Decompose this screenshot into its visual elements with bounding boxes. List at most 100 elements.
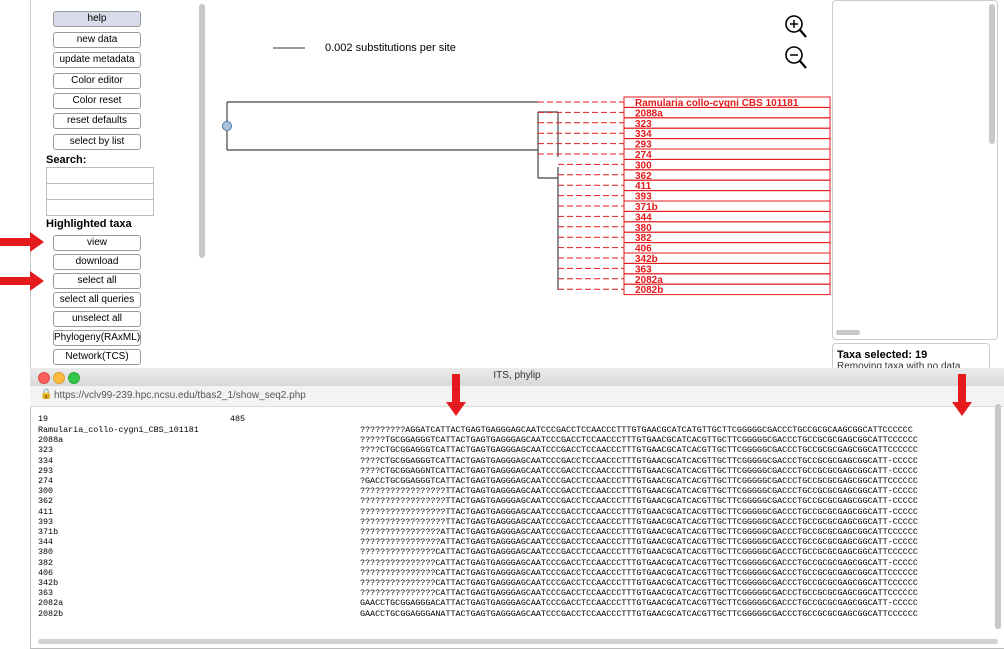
url-bar[interactable]: 🔒 https://vclv99-239.hpc.ncsu.edu/tbas2_…: [30, 386, 1004, 407]
select-all-queries-button[interactable]: select all queries: [53, 292, 141, 308]
taxa-labels: Ramularia collo-cygni CBS 1011812088a323…: [623, 96, 831, 296]
window-titlebar[interactable]: ITS, phylip: [30, 368, 1004, 387]
arrow-down-icon: [446, 402, 466, 416]
sequence-name: 406: [38, 567, 54, 578]
arrow-down-icon: [952, 402, 972, 416]
sequence-row: 344 ????????????????ATTACTGAGTGAGGGAGCAAT…: [38, 537, 998, 547]
taxon-box: [623, 158, 831, 171]
sequence-name: 362: [38, 496, 54, 507]
taxon-box: [623, 148, 831, 160]
taxon-box: [623, 221, 831, 233]
sequence-name: 342b: [38, 578, 59, 588]
sequence-name: Ramularia_collo-cygni_CBS_101181: [38, 425, 199, 435]
sequence-value: GAACCTGCGGAGGGANATTACTGAGTGAGGGAGCAATCCC…: [360, 608, 918, 619]
url-text: https://vclv99-239.hpc.ncsu.edu/tbas2_1/…: [54, 390, 306, 401]
help-button[interactable]: help: [53, 11, 141, 27]
sequence-value: ????CTGCGGAGGGTCATTACTGAGTGAGGGAGCAATCCC…: [360, 455, 918, 466]
sequence-value: ???????????????CATTACTGAGTGAGGGAGCAATCCC…: [360, 578, 918, 588]
sequence-row: 2082a GAACCTGCGGAGGGACATTACTGAGTGAGGGAGCA…: [38, 598, 998, 608]
search-input-2[interactable]: [46, 183, 154, 200]
sequence-value: ???????????????CATTACTGAGTGAGGGAGCAATCCC…: [360, 547, 918, 558]
sequence-name: 411: [38, 506, 54, 517]
root-node[interactable]: [222, 121, 232, 131]
sequence-row: 323 ????CTGCGGAGGGTCATTACTGAGTGAGGGAGCAAT…: [38, 445, 998, 455]
zoom-in-icon[interactable]: [785, 15, 807, 38]
new-data-button[interactable]: new data: [53, 32, 141, 48]
window-title: ITS, phylip: [493, 370, 541, 381]
right-scrollbar[interactable]: [989, 4, 995, 144]
taxon-box: [623, 169, 831, 181]
select-by-list-button[interactable]: select by list: [53, 134, 141, 150]
lock-icon: 🔒: [40, 389, 53, 400]
sequence-row: 342b ???????????????CATTACTGAGTGAGGGAGCAA…: [38, 578, 998, 588]
view-button[interactable]: view: [53, 235, 141, 251]
sequence-row: 300 ?????????????????TTACTGAGTGAGGGAGCAAT…: [38, 486, 998, 496]
sequence-name: 300: [38, 486, 54, 497]
sequence-name: 334: [38, 455, 54, 466]
popup-hscrollbar[interactable]: [38, 639, 998, 644]
sequence-value: ?????TGCGGAGGGTCATTACTGAGTGAGGGAGCAATCCC…: [360, 435, 918, 446]
sequence-row: 2088a ?????TGCGGAGGGTCATTACTGAGTGAGGGAGCA…: [38, 435, 998, 445]
sequence-value: ???????????????CATTACTGAGTGAGGGAGCAATCCC…: [360, 557, 918, 568]
network-button[interactable]: Network(TCS): [53, 349, 141, 365]
sequence-row: 363 ???????????????CATTACTGAGTGAGGGAGCAAT…: [38, 588, 998, 598]
phylip-length: 485: [230, 414, 246, 424]
taxa-branches: [538, 101, 624, 290]
phylogeny-button[interactable]: Phylogeny(RAxML): [53, 330, 141, 346]
search-input-3[interactable]: [46, 199, 154, 216]
sequence-row: 380 ???????????????CATTACTGAGTGAGGGAGCAAT…: [38, 547, 998, 557]
left-scrollbar[interactable]: [199, 4, 205, 258]
taxon-box: [623, 138, 831, 150]
zoom-out-icon[interactable]: [785, 46, 807, 69]
taxon-box: [623, 231, 831, 244]
sequence-value: ?????????AGGATCATTACTGAGTGAGGGAGCAATCCCG…: [360, 425, 913, 435]
sequence-name: 293: [38, 465, 54, 476]
sequence-value: ?????????????????TTACTGAGTGAGGGAGCAATCCC…: [360, 486, 918, 497]
sequence-row: Ramularia_collo-cygni_CBS_101181????????…: [38, 425, 998, 435]
sequence-value: ?????????????????TTACTGAGTGAGGGAGCAATCCC…: [360, 506, 918, 517]
sequence-value: ???????????????CATTACTGAGTGAGGGAGCAATCCC…: [360, 588, 918, 599]
sequence-name: 274: [38, 476, 54, 486]
color-reset-button[interactable]: Color reset: [53, 93, 141, 109]
sequence-value: ?????????????????TTACTGAGTGAGGGAGCAATCCC…: [360, 516, 918, 527]
right-hscrollbar[interactable]: [836, 330, 860, 335]
sequence-value: ?GACCTGCGGAGGGTCATTACTGAGTGAGGGAGCAATCCC…: [360, 476, 918, 486]
sequence-value: ????????????????ATTACTGAGTGAGGGAGCAATCCC…: [360, 527, 918, 537]
sequence-value: ????????????????ATTACTGAGTGAGGGAGCAATCCC…: [360, 537, 918, 548]
taxon-box: [623, 179, 831, 192]
sequence-value: ???????????????CATTACTGAGTGAGGGAGCAATCCC…: [360, 567, 918, 578]
arrow-down-icon: [958, 374, 966, 404]
taxon-box: [623, 127, 831, 140]
sequence-name: 2082b: [38, 608, 64, 619]
highlighted-taxa-label: Highlighted taxa: [46, 218, 132, 230]
sequence-name: 393: [38, 516, 54, 527]
popup-scrollbar[interactable]: [995, 404, 1001, 629]
taxon-label[interactable]: 2082b: [635, 285, 663, 296]
download-button[interactable]: download: [53, 254, 141, 270]
sequence-value: GAACCTGCGGAGGGACATTACTGAGTGAGGGAGCAATCCC…: [360, 598, 918, 609]
sequence-row: 406 ???????????????CATTACTGAGTGAGGGAGCAAT…: [38, 568, 998, 578]
sequence-value: ?????????????????TTACTGAGTGAGGGAGCAATCCC…: [360, 496, 918, 507]
color-editor-button[interactable]: Color editor: [53, 73, 141, 89]
sequence-row: 371b ????????????????ATTACTGAGTGAGGGAGCAA…: [38, 527, 998, 537]
unselect-all-button[interactable]: unselect all: [53, 311, 141, 327]
sequence-row: 382 ???????????????CATTACTGAGTGAGGGAGCAAT…: [38, 558, 998, 568]
sequence-name: 344: [38, 537, 54, 548]
select-all-button[interactable]: select all: [53, 273, 141, 289]
search-label: Search:: [46, 154, 87, 166]
search-input-1[interactable]: [46, 167, 154, 184]
sequence-row: 2082b GAACCTGCGGAGGGANATTACTGAGTGAGGGAGCA…: [38, 609, 998, 619]
sequence-name: 371b: [38, 527, 59, 537]
taxon-box: [623, 190, 831, 202]
tree-branches: [226, 101, 559, 290]
sequence-name: 2088a: [38, 435, 64, 446]
sequence-name: 382: [38, 557, 54, 568]
taxa-selected-label: Taxa selected: 19: [837, 349, 928, 361]
sequence-name: 363: [38, 588, 54, 599]
sequence-name: 323: [38, 445, 54, 456]
update-metadata-button[interactable]: update metadata: [53, 52, 141, 68]
sequence-row: 362 ?????????????????TTACTGAGTGAGGGAGCAAT…: [38, 496, 998, 506]
reset-defaults-button[interactable]: reset defaults: [53, 113, 141, 129]
metadata-panel: [832, 0, 998, 340]
arrow-down-icon: [452, 374, 460, 404]
